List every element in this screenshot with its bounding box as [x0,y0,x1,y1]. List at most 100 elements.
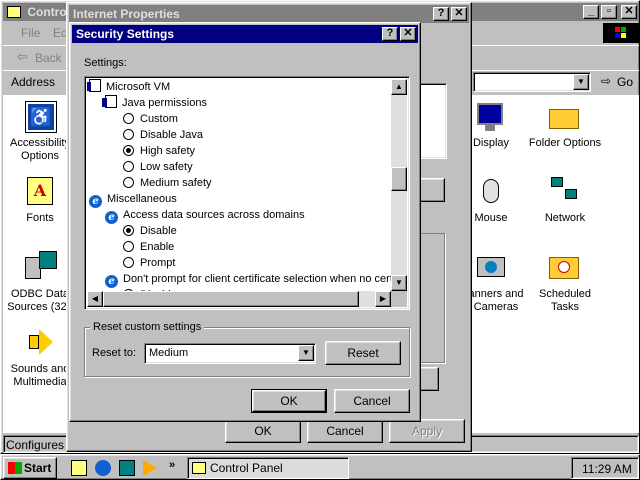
network-icon[interactable] [549,175,581,207]
radio-unchecked-icon [123,241,134,252]
control-panel-icon [7,6,21,18]
address-field[interactable]: ▼ [473,72,591,92]
taskbar: Start » Control Panel 11:29 AM [0,454,640,480]
folder-options-icon[interactable] [549,101,581,133]
icon-label-folder-options[interactable]: Folder Options [527,137,603,150]
tree-vscrollbar[interactable]: ▲ ▼ [391,79,407,291]
tree-scroll-right-button[interactable]: ▶ [375,291,391,307]
tree-hscroll-thumb[interactable] [103,291,359,307]
windows-logo [603,23,639,43]
radio-unchecked-icon [123,129,134,140]
security-settings-titlebar[interactable]: Security Settings [72,25,418,43]
icon-label-network[interactable]: Network [527,212,603,225]
reset-to-label: Reset to: [92,347,137,359]
tree-radio-option[interactable]: High safety [123,143,195,159]
clock[interactable]: 11:29 AM [582,462,632,476]
accessibility-icon[interactable]: ♿ [25,101,57,133]
ss-cancel-button[interactable]: Cancel [334,389,410,413]
reset-to-value: Medium [149,347,189,359]
sounds-icon[interactable] [25,327,57,359]
tree-hscrollbar[interactable]: ◀ ▶ [87,291,391,307]
icon-label-mouse[interactable]: Mouse [471,212,511,225]
ie-settings-icon: e [105,275,118,288]
tree-row-label: Custom [140,113,178,125]
taskbar-task-label: Control Panel [210,461,283,475]
quicklaunch-media-icon[interactable] [143,460,157,476]
ip-close-button[interactable]: ✕ [451,7,467,21]
start-label: Start [24,461,52,475]
settings-page-icon [87,79,101,92]
scanners-icon[interactable] [475,251,507,283]
tree-radio-option[interactable]: Medium safety [123,175,212,191]
icon-label-scanners[interactable]: anners and Cameras [465,288,527,314]
back-button[interactable]: Back [35,51,62,65]
ss-close-button[interactable]: ✕ [400,27,416,41]
scheduled-tasks-icon[interactable] [549,251,581,283]
tree-radio-option[interactable]: Disable Java [123,127,203,143]
reset-to-dropdown-button[interactable]: ▼ [298,345,314,361]
address-dropdown-button[interactable]: ▼ [573,74,589,90]
icon-label-scheduled-tasks[interactable]: Scheduled Tasks [527,288,603,314]
ip-help-button[interactable]: ? [433,7,449,21]
quicklaunch-more-icon[interactable]: » [169,459,175,471]
tree-row-label: Enable [140,241,175,253]
tree-radio-option[interactable]: Prompt [123,255,175,271]
ip-ok-button[interactable]: OK [225,419,301,443]
ss-help-button[interactable]: ? [382,27,398,41]
tree-row-label: Prompt [140,257,176,269]
tree-row-label: Disable [140,225,177,237]
settings-tree[interactable]: Microsoft VM Java permissions Custom Disabl… [84,76,410,310]
tree-radio-option[interactable]: Disable [123,223,177,239]
tree-category[interactable]: e Access data sources across domains [105,207,305,224]
menu-file[interactable]: File [21,26,40,40]
tree-category[interactable]: Microsoft VM [87,79,171,95]
tree-row-label: Don't prompt for client certificate sele… [123,273,391,285]
icon-label-display[interactable]: Display [471,137,511,150]
quicklaunch-ie-icon[interactable] [95,460,111,476]
reset-button[interactable]: Reset [325,341,401,365]
quicklaunch-desktop-icon[interactable] [71,460,87,476]
radio-unchecked-icon [123,257,134,268]
tree-radio-option[interactable]: Low safety [123,159,193,175]
tree-category[interactable]: e Don't prompt for client certificate sel… [105,271,391,288]
cp-minimize-button[interactable]: _ [583,5,599,19]
go-button[interactable]: Go [617,75,633,89]
radio-checked-icon [123,145,134,156]
tree-row-label: Miscellaneous [107,193,177,205]
control-panel-title: Control [27,5,70,19]
cp-close-button[interactable]: ✕ [621,5,637,19]
ip-apply-button[interactable]: Apply [389,419,465,443]
tree-row-label: Low safety [140,161,193,173]
mouse-icon[interactable] [475,175,507,207]
display-icon[interactable] [475,101,507,133]
tree-row-label: Java permissions [122,97,207,109]
settings-label: Settings: [84,57,127,69]
internet-properties-title: Internet Properties [73,7,180,21]
tree-scroll-left-button[interactable]: ◀ [87,291,103,307]
internet-properties-titlebar[interactable]: Internet Properties [69,5,469,23]
ip-side-button[interactable] [419,178,445,202]
ss-ok-button[interactable]: OK [251,389,327,413]
tree-row-label: Access data sources across domains [123,209,305,221]
tree-category[interactable]: e Miscellaneous [89,191,177,208]
ip-groupbox [419,233,445,363]
tree-scroll-down-button[interactable]: ▼ [391,275,407,291]
ip-cancel-button[interactable]: Cancel [307,419,383,443]
tree-radio-option[interactable]: Custom [123,111,178,127]
back-arrow-icon: ⇦ [17,49,28,64]
ip-side-button-2[interactable] [419,367,439,391]
tree-row-label: Microsoft VM [106,81,171,93]
start-button[interactable]: Start [3,457,57,479]
reset-custom-group-label: Reset custom settings [90,321,205,333]
odbc-icon[interactable] [25,251,57,283]
tree-category[interactable]: Java permissions [102,95,207,111]
taskbar-cp-icon [192,462,206,474]
quicklaunch-channels-icon[interactable] [119,460,135,476]
tree-radio-option[interactable]: Enable [123,239,174,255]
tree-scroll-up-button[interactable]: ▲ [391,79,407,95]
taskbar-control-panel-button[interactable]: Control Panel [187,457,349,479]
tree-scroll-thumb[interactable] [391,167,407,191]
fonts-icon[interactable]: A [25,175,57,207]
cp-maximize-button[interactable]: ▫ [601,5,617,19]
reset-to-select[interactable]: Medium ▼ [144,343,316,364]
